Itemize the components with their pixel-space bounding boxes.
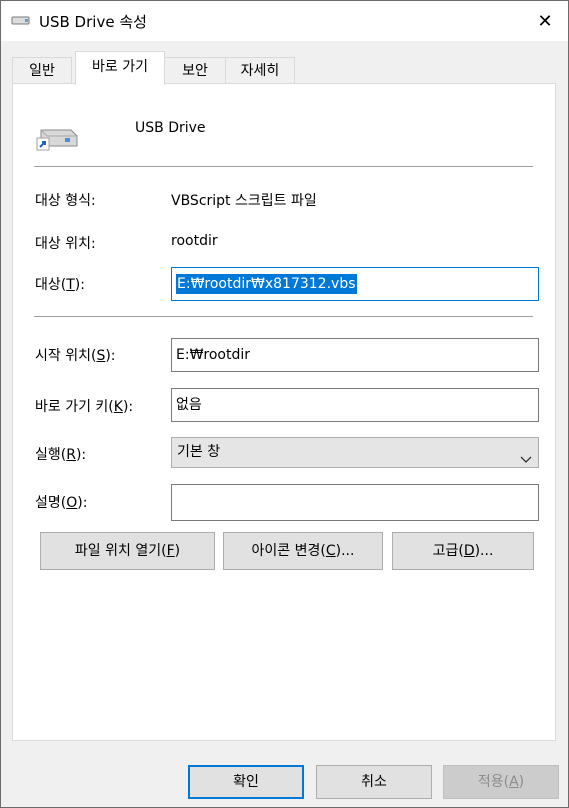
- hotkey-value: 없음: [176, 397, 202, 413]
- run-select-value: 기본 창: [177, 444, 221, 460]
- run-label: 실행(R):: [35, 447, 87, 463]
- shortcut-drive-icon: [35, 124, 79, 152]
- tab-shortcut[interactable]: 바로 가기: [75, 51, 165, 85]
- target-location-label: 대상 위치:: [35, 236, 96, 252]
- start-in-input[interactable]: E:₩rootdir: [171, 338, 539, 372]
- target-label: 대상(T):: [35, 277, 85, 293]
- target-input-value: E:₩rootdir₩x817312.vbs: [176, 274, 357, 294]
- close-icon: ✕: [537, 10, 553, 32]
- hotkey-label: 바로 가기 키(K):: [35, 399, 134, 415]
- title-bar[interactable]: USB Drive 속성 ✕: [1, 1, 568, 41]
- ok-button[interactable]: 확인: [188, 765, 304, 799]
- hotkey-input[interactable]: 없음: [171, 388, 539, 422]
- start-in-value: E:₩rootdir: [176, 347, 251, 363]
- separator: [34, 166, 533, 167]
- target-type-value: VBScript 스크립트 파일: [171, 193, 317, 209]
- tab-details[interactable]: 자세히: [225, 57, 295, 84]
- cancel-button[interactable]: 취소: [316, 765, 432, 799]
- window-title: USB Drive 속성: [39, 13, 147, 31]
- separator: [34, 316, 533, 317]
- target-location-value: rootdir: [171, 233, 218, 249]
- shortcut-panel: USB Drive 대상 형식: VBScript 스크립트 파일 대상 위치:…: [12, 83, 556, 741]
- comment-label: 설명(O):: [35, 495, 88, 511]
- run-select[interactable]: 기본 창: [171, 437, 539, 468]
- apply-button[interactable]: 적용(A): [443, 765, 559, 799]
- advanced-button[interactable]: 고급(D)...: [392, 532, 534, 570]
- close-button[interactable]: ✕: [522, 1, 568, 41]
- tab-security[interactable]: 보안: [163, 57, 227, 84]
- tab-general[interactable]: 일반: [12, 57, 72, 84]
- comment-input[interactable]: [171, 484, 539, 521]
- start-in-label: 시작 위치(S):: [35, 348, 116, 364]
- shortcut-name: USB Drive: [135, 120, 206, 136]
- tab-strip: 일반 바로 가기 보안 자세히: [1, 51, 568, 85]
- target-type-label: 대상 형식:: [35, 193, 96, 209]
- chevron-down-icon: [520, 447, 532, 463]
- open-file-location-button[interactable]: 파일 위치 열기(F): [40, 532, 215, 570]
- target-input[interactable]: E:₩rootdir₩x817312.vbs: [171, 267, 539, 301]
- change-icon-button[interactable]: 아이콘 변경(C)...: [223, 532, 383, 570]
- usb-drive-icon: [11, 13, 31, 27]
- properties-window: USB Drive 속성 ✕ 일반 바로 가기 보안 자세히 USB Drive…: [0, 0, 569, 808]
